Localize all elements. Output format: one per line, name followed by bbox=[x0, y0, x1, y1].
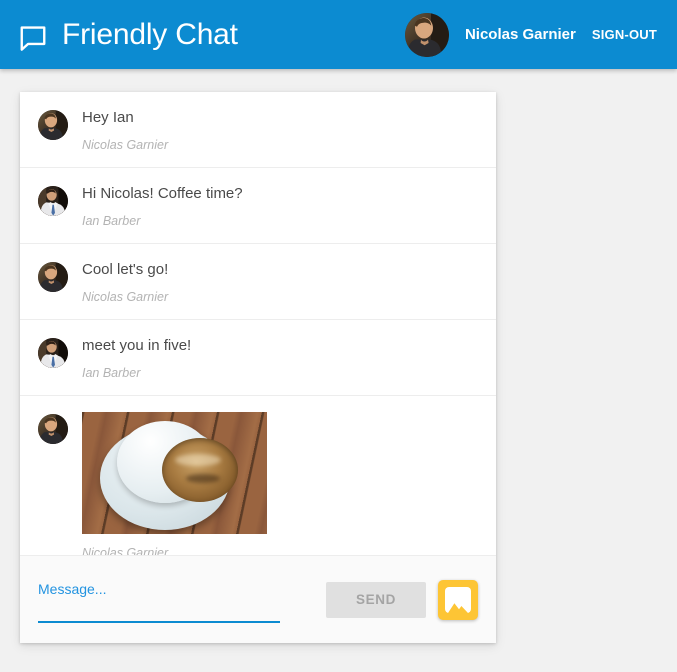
coffee-liquid bbox=[162, 438, 238, 502]
avatar bbox=[38, 186, 68, 216]
message-field[interactable]: Message... bbox=[38, 577, 280, 623]
message-body: Nicolas Garnier bbox=[82, 412, 474, 555]
avatar bbox=[404, 12, 449, 57]
message-author: Nicolas Garnier bbox=[82, 138, 169, 152]
avatar bbox=[38, 338, 68, 368]
message-author: Nicolas Garnier bbox=[82, 546, 169, 555]
message-body: meet you in five! Ian Barber bbox=[82, 336, 474, 381]
list-item: Nicolas Garnier bbox=[20, 396, 496, 555]
message-composer: Message... SEND bbox=[20, 555, 496, 643]
message-body: Hi Nicolas! Coffee time? Ian Barber bbox=[82, 184, 474, 229]
coffee-cup bbox=[117, 421, 238, 503]
image-upload-button[interactable] bbox=[438, 579, 478, 620]
chat-bubble-icon bbox=[18, 21, 48, 51]
list-item: Hi Nicolas! Coffee time? Ian Barber bbox=[20, 168, 496, 244]
list-item: Cool let's go! Nicolas Garnier bbox=[20, 244, 496, 320]
sign-out-button[interactable]: SIGN-OUT bbox=[592, 27, 657, 42]
message-list: Hey Ian Nicolas Garnier Hi Nicolas! Coff… bbox=[20, 92, 496, 555]
message-text: Hi Nicolas! Coffee time? bbox=[82, 185, 243, 202]
crema-highlight bbox=[175, 454, 221, 466]
avatar bbox=[38, 110, 68, 140]
message-text: Hey Ian bbox=[82, 109, 134, 126]
image-icon bbox=[445, 586, 471, 613]
app-brand: Friendly Chat bbox=[18, 19, 238, 51]
message-text: Cool let's go! bbox=[82, 261, 169, 278]
crema-shadow bbox=[186, 474, 220, 483]
message-text: meet you in five! bbox=[82, 337, 192, 354]
message-input-underline bbox=[38, 620, 280, 623]
send-button[interactable]: SEND bbox=[326, 581, 426, 618]
avatar bbox=[38, 414, 68, 444]
message-input[interactable] bbox=[38, 597, 280, 618]
user-block: Nicolas Garnier SIGN-OUT bbox=[404, 12, 657, 57]
message-body: Hey Ian Nicolas Garnier bbox=[82, 108, 474, 153]
list-item: Hey Ian Nicolas Garnier bbox=[20, 92, 496, 168]
chat-card: Hey Ian Nicolas Garnier Hi Nicolas! Coff… bbox=[20, 92, 496, 643]
avatar bbox=[38, 262, 68, 292]
app-title: Friendly Chat bbox=[62, 17, 238, 51]
message-body: Cool let's go! Nicolas Garnier bbox=[82, 260, 474, 305]
message-author: Nicolas Garnier bbox=[82, 290, 169, 304]
list-item: meet you in five! Ian Barber bbox=[20, 320, 496, 396]
user-name: Nicolas Garnier bbox=[464, 26, 576, 43]
message-author: Ian Barber bbox=[82, 366, 141, 380]
app-header: Friendly Chat Nicolas Garnier SIGN-OUT bbox=[0, 0, 677, 69]
message-input-label: Message... bbox=[38, 580, 107, 597]
message-image[interactable] bbox=[82, 412, 267, 534]
message-author: Ian Barber bbox=[82, 214, 141, 228]
